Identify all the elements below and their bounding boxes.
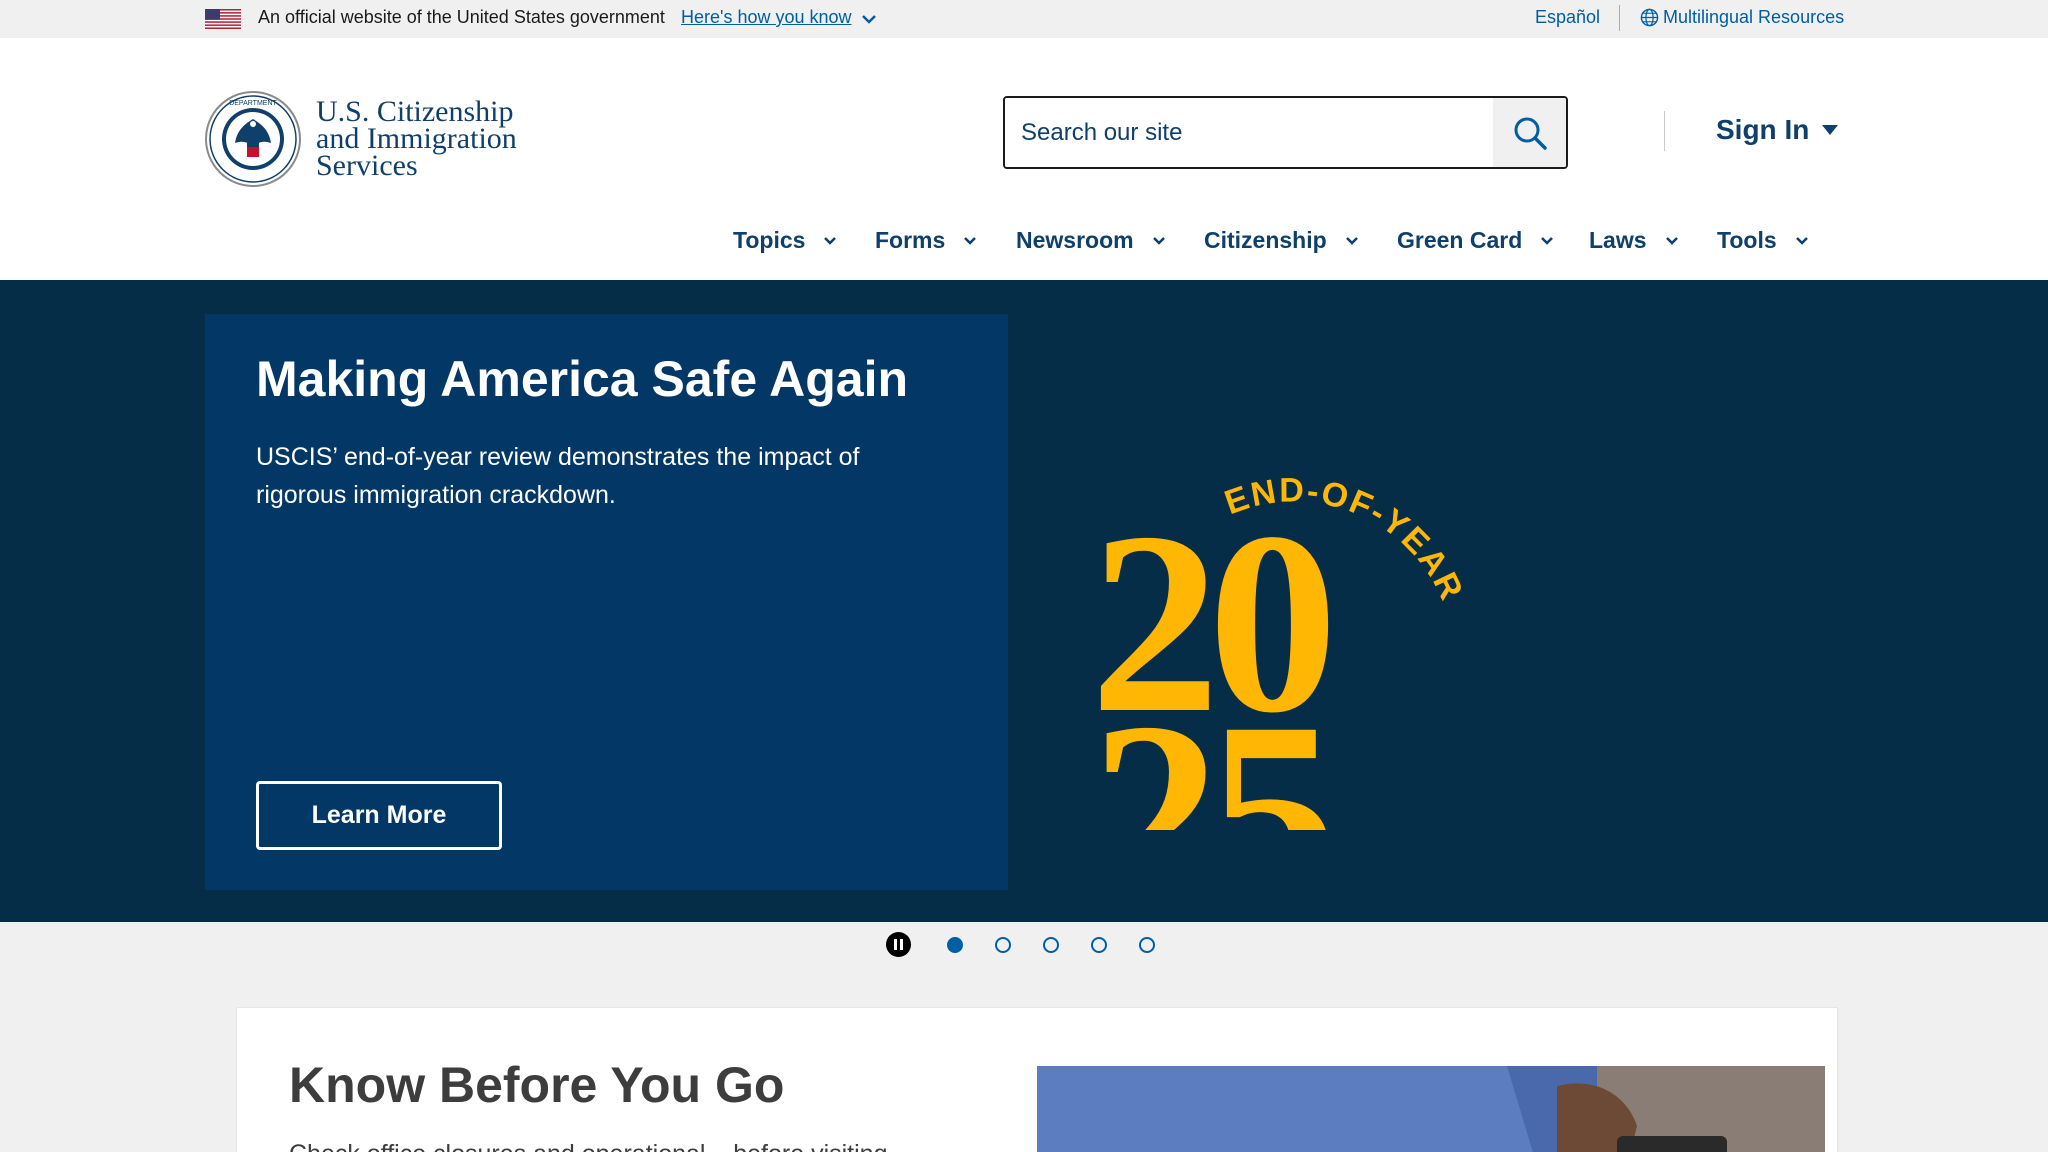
carousel-dot-5[interactable] <box>1139 937 1155 953</box>
sign-in-button[interactable]: Sign In <box>1716 114 1839 146</box>
search-box <box>1003 96 1568 169</box>
carousel-dot-2[interactable] <box>995 937 1011 953</box>
agency-name-line3: Services <box>316 149 418 182</box>
hero-description: USCIS’ end-of-year review demonstrates t… <box>256 443 860 509</box>
chevron-down-icon <box>1795 237 1808 245</box>
svg-text:DEPARTMENT: DEPARTMENT <box>229 100 277 107</box>
chevron-down-icon <box>1541 237 1554 245</box>
pause-button[interactable] <box>886 932 911 957</box>
person-with-phone-photo <box>1037 1066 1825 1152</box>
learn-more-button[interactable]: Learn More <box>256 781 502 850</box>
header-divider <box>1664 111 1665 151</box>
nav-label: Topics <box>733 226 806 253</box>
chevron-down-icon <box>1152 237 1165 245</box>
hero-carousel: Making America Safe Again USCIS’ end-of-… <box>0 280 2048 922</box>
multilingual-label: Multilingual Resources <box>1663 7 1845 27</box>
nav-label: Citizenship <box>1204 226 1327 253</box>
espanol-link[interactable]: Español <box>1535 7 1600 28</box>
know-before-section: Know Before You Go Check office closures… <box>236 1007 1838 1152</box>
nav-label: Green Card <box>1397 226 1523 253</box>
multilingual-resources-link[interactable]: Multilingual Resources <box>1640 7 1844 28</box>
hero-title: Making America Safe Again <box>256 351 909 407</box>
nav-tools[interactable]: Tools <box>1717 218 1811 262</box>
agency-name[interactable]: U.S. Citizenship and Immigration Service… <box>316 95 517 182</box>
main-nav: Topics Forms Newsroom Citizenship Green … <box>0 218 2048 262</box>
heres-how-you-know-link[interactable]: Here's how you know <box>681 7 852 28</box>
nav-laws[interactable]: Laws <box>1589 218 1681 262</box>
year-bottom-digits: 25 <box>1090 669 1330 830</box>
nav-topics[interactable]: Topics <box>733 218 839 262</box>
nav-green-card[interactable]: Green Card <box>1397 218 1556 262</box>
caret-down-icon <box>1822 125 1839 135</box>
chevron-down-icon <box>1345 237 1358 245</box>
nav-newsroom[interactable]: Newsroom <box>1016 218 1168 262</box>
agency-name-line1: U.S. Citizenship <box>316 95 514 128</box>
chevron-down-icon[interactable] <box>860 10 878 28</box>
know-before-text: Check office closures and operational...… <box>289 1140 888 1152</box>
search-icon <box>1514 117 1547 150</box>
pause-icon <box>894 939 903 950</box>
globe-icon <box>1640 8 1659 27</box>
nav-citizenship[interactable]: Citizenship <box>1204 218 1361 262</box>
carousel-controls <box>0 922 2048 968</box>
carousel-dot-4[interactable] <box>1091 937 1107 953</box>
agency-name-line2: and Immigration <box>316 122 517 155</box>
gov-banner: An official website of the United States… <box>0 0 2048 38</box>
banner-divider <box>1619 5 1620 31</box>
nav-label: Forms <box>875 226 946 253</box>
chevron-down-icon <box>824 237 837 245</box>
hero-card: Making America Safe Again USCIS’ end-of-… <box>205 314 1008 890</box>
know-before-title: Know Before You Go <box>289 1057 785 1113</box>
us-flag-icon <box>205 9 241 29</box>
chevron-down-icon <box>964 237 977 245</box>
nav-forms[interactable]: Forms <box>875 218 979 262</box>
site-header: DEPARTMENT U.S. Citizenship and Immigrat… <box>0 38 2048 280</box>
nav-label: Tools <box>1717 226 1777 253</box>
search-input[interactable] <box>1005 98 1493 167</box>
official-site-text: An official website of the United States… <box>258 7 665 27</box>
sign-in-label: Sign In <box>1716 114 1810 145</box>
carousel-dot-1[interactable] <box>947 937 963 953</box>
nav-label: Newsroom <box>1016 226 1134 253</box>
search-button[interactable] <box>1493 98 1566 167</box>
dhs-seal-logo[interactable]: DEPARTMENT <box>205 91 301 187</box>
carousel-dot-3[interactable] <box>1043 937 1059 953</box>
end-of-year-review-graphic: END-OF-YEAR REVIEW 20 25 <box>1080 370 1474 830</box>
nav-label: Laws <box>1589 226 1647 253</box>
chevron-down-icon <box>1665 237 1678 245</box>
